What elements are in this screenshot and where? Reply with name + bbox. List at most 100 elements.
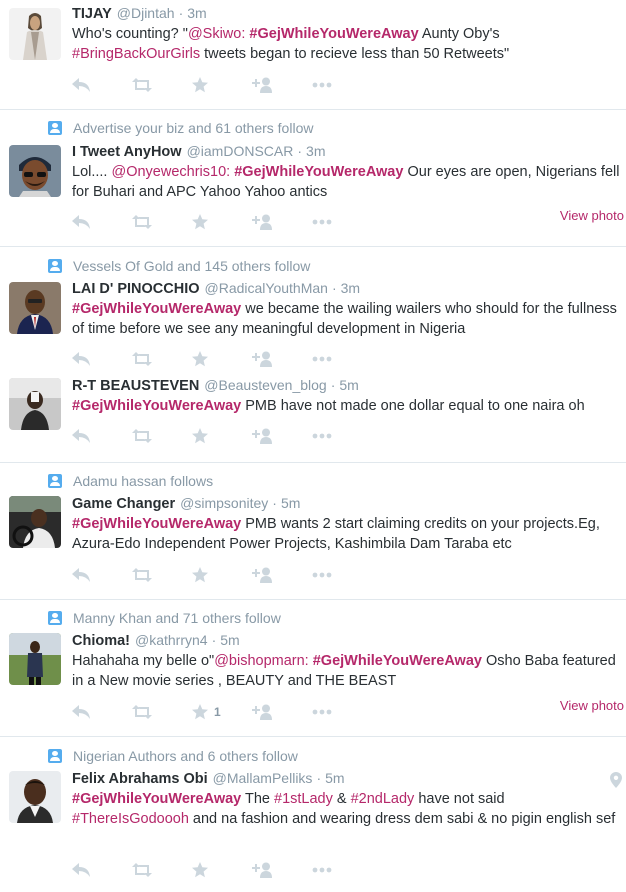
reply-icon: [72, 863, 90, 877]
reply-button[interactable]: [72, 212, 132, 232]
tweet-text: Hahahaha my belle o"@bishopmarn: #GejWhi…: [72, 652, 622, 691]
hashtag-link[interactable]: #GejWhileYouWereAway: [234, 164, 403, 180]
view-photo-link[interactable]: View photo: [560, 698, 624, 713]
hashtag-link[interactable]: #GejWhileYouWereAway: [313, 653, 482, 669]
hashtag-link[interactable]: #GejWhileYouWereAway: [72, 398, 241, 414]
mention-link[interactable]: @Onyewechris10: [112, 164, 227, 180]
context-text[interactable]: Adamu hassan follows: [73, 473, 213, 489]
avatar[interactable]: [9, 282, 61, 334]
view-photo-link[interactable]: View photo: [560, 208, 624, 223]
retweet-button[interactable]: [132, 565, 192, 585]
tweet-text: Who's counting? "@Skiwo: #GejWhileYouWer…: [72, 25, 622, 64]
timestamp[interactable]: 5m: [325, 770, 344, 786]
more-button[interactable]: [312, 426, 372, 446]
context-text[interactable]: Nigerian Authors and 6 others follow: [73, 748, 298, 764]
retweet-button[interactable]: [132, 349, 192, 369]
author-handle[interactable]: @RadicalYouthMan: [205, 280, 328, 296]
context-text[interactable]: Vessels Of Gold and 145 others follow: [73, 258, 310, 274]
author-handle[interactable]: @kathrryn4: [135, 632, 208, 648]
favorite-button[interactable]: [192, 212, 252, 232]
text-segment: :: [304, 653, 313, 669]
hashtag-link[interactable]: #2ndLady: [351, 791, 415, 807]
author-name[interactable]: LAI D' PINOCCHIO: [72, 281, 200, 297]
more-button[interactable]: [312, 212, 372, 232]
hashtag-link[interactable]: #BringBackOurGirls: [72, 46, 200, 62]
follow-button[interactable]: [252, 349, 312, 369]
author-name[interactable]: Game Changer: [72, 496, 175, 512]
follow-button[interactable]: [252, 860, 312, 880]
hashtag-link[interactable]: #GejWhileYouWereAway: [72, 301, 241, 317]
mention-link[interactable]: @Skiwo: [188, 26, 241, 42]
favorite-button[interactable]: [192, 860, 252, 880]
more-button[interactable]: [312, 349, 372, 369]
tweet-header: TIJAY @Djintah · 3m: [72, 5, 207, 25]
mention-link[interactable]: @bishopmarn: [214, 653, 304, 669]
separator: ·: [330, 377, 336, 393]
author-name[interactable]: TIJAY: [72, 6, 112, 22]
reply-button[interactable]: [72, 702, 132, 722]
hashtag-link[interactable]: #ThereIsGodoooh: [72, 811, 189, 827]
avatar[interactable]: [9, 378, 61, 430]
follow-button[interactable]: [252, 426, 312, 446]
timestamp[interactable]: 5m: [220, 632, 239, 648]
hashtag-link[interactable]: #1stLady: [274, 791, 333, 807]
retweet-button[interactable]: [132, 212, 192, 232]
more-button[interactable]: [312, 565, 372, 585]
avatar[interactable]: [9, 496, 61, 548]
context-text[interactable]: Advertise your biz and 61 others follow: [73, 120, 313, 136]
avatar[interactable]: [9, 145, 61, 197]
timestamp[interactable]: 5m: [339, 377, 358, 393]
follow-icon: [252, 428, 272, 444]
timestamp[interactable]: 5m: [281, 495, 300, 511]
favorite-button[interactable]: [192, 426, 252, 446]
text-segment: have not said: [414, 791, 505, 807]
follow-button[interactable]: [252, 75, 312, 95]
reply-button[interactable]: [72, 860, 132, 880]
timestamp[interactable]: 3m: [306, 143, 325, 159]
author-handle[interactable]: @iamDONSCAR: [187, 143, 294, 159]
author-name[interactable]: R-T BEAUSTEVEN: [72, 378, 199, 394]
reply-button[interactable]: [72, 426, 132, 446]
more-button[interactable]: [312, 860, 372, 880]
retweet-button[interactable]: [132, 860, 192, 880]
hashtag-link[interactable]: #GejWhileYouWereAway: [72, 791, 241, 807]
timestamp[interactable]: 3m: [341, 280, 360, 296]
follow-icon: [252, 862, 272, 878]
author-name[interactable]: Felix Abrahams Obi: [72, 771, 208, 787]
author-handle[interactable]: @simpsonitey: [180, 495, 268, 511]
follow-button[interactable]: [252, 702, 312, 722]
hashtag-link[interactable]: #GejWhileYouWereAway: [72, 516, 241, 532]
retweet-button[interactable]: [132, 702, 192, 722]
more-button[interactable]: [312, 702, 372, 722]
text-segment: Lol....: [72, 164, 112, 180]
retweet-button[interactable]: [132, 75, 192, 95]
follow-button[interactable]: [252, 212, 312, 232]
tweet-actions: [72, 349, 372, 369]
favorite-button[interactable]: 1: [192, 702, 252, 722]
text-segment: and na fashion and wearing dress dem sab…: [188, 810, 616, 827]
retweet-button[interactable]: [132, 426, 192, 446]
author-handle[interactable]: @Djintah: [117, 5, 175, 21]
author-name[interactable]: Chioma!: [72, 633, 130, 649]
avatar[interactable]: [9, 771, 61, 823]
favorite-button[interactable]: [192, 565, 252, 585]
follow-button[interactable]: [252, 565, 312, 585]
context-text[interactable]: Manny Khan and 71 others follow: [73, 610, 281, 626]
author-handle[interactable]: @Beausteven_blog: [204, 377, 326, 393]
reply-button[interactable]: [72, 75, 132, 95]
location-pin-icon[interactable]: [610, 772, 622, 788]
favorite-button[interactable]: [192, 349, 252, 369]
separator: ·: [331, 280, 337, 296]
tweet-actions: [72, 565, 372, 585]
reply-button[interactable]: [72, 349, 132, 369]
more-button[interactable]: [312, 75, 372, 95]
follow-context: Nigerian Authors and 6 others follow: [48, 747, 298, 765]
hashtag-link[interactable]: #GejWhileYouWereAway: [249, 26, 418, 42]
reply-button[interactable]: [72, 565, 132, 585]
author-name[interactable]: I Tweet AnyHow: [72, 144, 182, 160]
avatar[interactable]: [9, 8, 61, 60]
avatar[interactable]: [9, 633, 61, 685]
favorite-button[interactable]: [192, 75, 252, 95]
author-handle[interactable]: @MallamPelliks: [213, 770, 313, 786]
timestamp[interactable]: 3m: [187, 5, 206, 21]
